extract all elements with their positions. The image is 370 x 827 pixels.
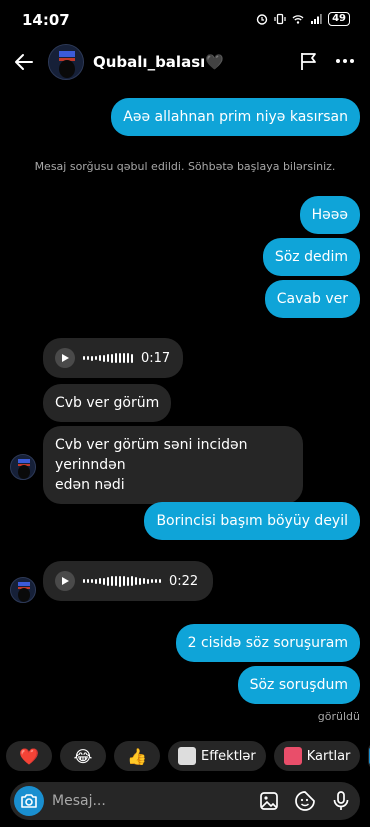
gallery-icon[interactable] [258, 790, 280, 812]
avatar-image [49, 45, 83, 79]
report-flag-icon[interactable] [298, 50, 320, 72]
message-outgoing[interactable]: Söz dedim [262, 238, 360, 276]
laughing-face-icon: 😂 [73, 746, 93, 766]
message-outgoing[interactable]: Aəə allahnan prim niyə kasırsan [111, 98, 360, 136]
cards-button[interactable]: Kartlar [273, 741, 361, 771]
contact-avatar[interactable] [48, 44, 84, 80]
avatar-image [11, 455, 35, 479]
voice-message[interactable]: 0:22 [43, 561, 213, 601]
chat-header: Qubalı_balası🖤 [0, 40, 370, 84]
cards-label: Kartlar [306, 748, 351, 764]
audio-waveform [83, 351, 133, 365]
thumbs-up-reaction-button[interactable]: 👍 [114, 741, 160, 771]
sender-avatar[interactable] [10, 454, 36, 480]
more-options-icon[interactable] [334, 50, 356, 72]
avatar-image [11, 578, 35, 602]
quick-reactions-bar: ❤️ 😂 👍 Effektlər Kartlar [6, 741, 370, 773]
message-outgoing[interactable]: Həəə [299, 196, 360, 234]
status-icons: 49 [256, 12, 350, 26]
sender-avatar[interactable] [10, 577, 36, 603]
laugh-reaction-button[interactable]: 😂 [60, 741, 106, 771]
play-button[interactable] [55, 571, 75, 591]
microphone-icon[interactable] [330, 790, 352, 812]
system-message: Mesaj sorğusu qəbul edildi. Söhbətə başl… [34, 160, 336, 173]
audio-duration: 0:22 [169, 573, 199, 589]
message-input[interactable] [52, 782, 252, 820]
sticker-icon[interactable] [294, 790, 316, 812]
camera-button[interactable] [14, 786, 44, 816]
back-arrow-icon[interactable] [12, 50, 36, 74]
alarm-icon [256, 14, 268, 25]
seen-status: görüldü [317, 710, 360, 723]
voice-message[interactable]: 0:17 [43, 338, 183, 378]
heart-icon: ❤️ [19, 746, 39, 766]
message-outgoing[interactable]: 2 cisidə söz soruşuram [175, 624, 360, 662]
heart-reaction-button[interactable]: ❤️ [6, 741, 52, 771]
audio-waveform [83, 574, 161, 588]
cards-icon [283, 747, 302, 765]
message-outgoing[interactable]: Borincisi başım böyüy deyil [144, 502, 360, 540]
message-outgoing[interactable]: Söz soruşdum [237, 666, 360, 704]
message-incoming[interactable]: Cvb ver görüm [43, 384, 172, 422]
message-line: edən nədi [55, 477, 125, 493]
wifi-icon [292, 15, 304, 24]
thumbs-up-icon: 👍 [127, 746, 147, 766]
play-button[interactable] [55, 348, 75, 368]
status-time: 14:07 [22, 11, 70, 29]
play-icon [62, 354, 69, 362]
vibrate-icon [274, 13, 286, 25]
signal-icon [311, 14, 322, 24]
play-icon [62, 577, 69, 585]
effects-icon [178, 747, 196, 765]
message-line: Cvb ver görüm səni incidən yerinndən [55, 437, 248, 473]
message-incoming[interactable]: Cvb ver görüm səni incidən yerinndən edə… [43, 426, 303, 504]
camera-icon [21, 794, 37, 808]
effects-button[interactable]: Effektlər [168, 741, 266, 771]
battery-icon: 49 [328, 12, 350, 26]
status-bar: 14:07 49 [0, 0, 370, 40]
message-composer [10, 782, 360, 820]
message-outgoing[interactable]: Cavab ver [264, 280, 360, 318]
contact-username[interactable]: Qubalı_balası🖤 [93, 53, 224, 71]
audio-duration: 0:17 [141, 350, 171, 366]
effects-label: Effektlər [201, 748, 256, 764]
